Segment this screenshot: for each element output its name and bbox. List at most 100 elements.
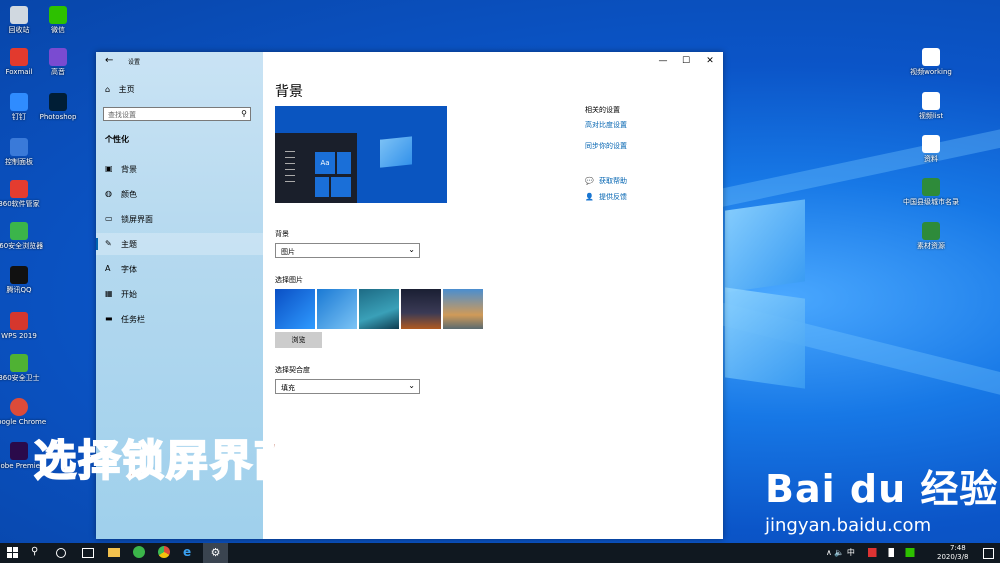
file-icon xyxy=(922,135,940,153)
qq-icon xyxy=(10,266,28,284)
dingding-icon xyxy=(10,93,28,111)
preview-windows-logo xyxy=(380,136,412,168)
choose-picture-label: 选择图片 xyxy=(275,276,303,284)
search-placeholder: 查找设置 xyxy=(108,111,136,119)
desktop-icon-360-browser[interactable]: 360安全浏览器 xyxy=(0,222,47,250)
baidu-watermark: Bai du 经验 jingyan.baidu.com xyxy=(765,458,998,536)
nav-home[interactable]: ⌂ 主页 xyxy=(105,84,135,95)
windows-start-icon[interactable] xyxy=(7,547,18,558)
nav-themes[interactable]: ✎ 主题 xyxy=(96,233,263,255)
foxmail-icon xyxy=(10,48,28,66)
nav-label: 背景 xyxy=(121,165,137,174)
high-contrast-link[interactable]: 高对比度设置 xyxy=(585,120,627,130)
fit-value: 填充 xyxy=(281,384,295,392)
desktop-icon-spreadsheet[interactable]: 素材资源 xyxy=(903,222,959,250)
clock-date[interactable]: 2020/3/8 xyxy=(937,553,968,561)
nav-label: 主题 xyxy=(121,240,137,249)
window-title: 设置 xyxy=(128,59,141,66)
picture-thumbnail[interactable] xyxy=(401,289,441,329)
picture-thumbnail[interactable] xyxy=(443,289,483,329)
desktop-icon-qq[interactable]: 腾讯QQ xyxy=(0,266,47,294)
background-type-select[interactable]: 图片 ⌄ xyxy=(275,243,420,258)
desktop-icon-chrome[interactable]: Google Chrome xyxy=(0,398,47,426)
back-arrow-icon[interactable]: ← xyxy=(105,55,113,66)
feedback-icon: 👤 xyxy=(585,193,594,201)
file-explorer-icon[interactable] xyxy=(108,548,120,557)
help-chat-icon: 💬 xyxy=(585,177,594,185)
system-tray[interactable]: ∧ 🔈 中 xyxy=(826,547,855,558)
desktop-icon-wps[interactable]: WPS 2019 xyxy=(0,312,47,340)
desktop-icon-file[interactable]: 视频list xyxy=(903,92,959,120)
wps-icon xyxy=(10,312,28,330)
get-help-link[interactable]: 💬 获取帮助 xyxy=(585,176,627,186)
cortana-icon[interactable] xyxy=(56,548,66,558)
monitor-icon: ▭ xyxy=(105,214,113,223)
desktop-icon-file[interactable]: 视频working xyxy=(903,48,959,76)
app-icon xyxy=(49,48,67,66)
picture-thumbnail[interactable] xyxy=(359,289,399,329)
nav-background[interactable]: ▣ 背景 xyxy=(96,158,263,180)
nav-colors[interactable]: ◍ 颜色 xyxy=(96,183,263,205)
file-icon xyxy=(922,92,940,110)
search-icon[interactable]: ⚲ xyxy=(31,546,38,557)
nav-fonts[interactable]: A 字体 xyxy=(96,258,263,280)
tray-app-icons xyxy=(868,548,926,557)
settings-content: 背景 Aa 背景 图片 ⌄ 选择图片 浏览 选择契合度 填充 ⌄ 相关的设置 高… xyxy=(263,52,723,539)
taskbar-icon: ▬ xyxy=(105,314,113,323)
browse-button[interactable]: 浏览 xyxy=(275,332,322,348)
photoshop-icon xyxy=(49,93,67,111)
desktop-icon-wechat[interactable]: 微信 xyxy=(30,6,86,34)
nav-label: 字体 xyxy=(121,265,137,274)
get-help-label: 获取帮助 xyxy=(598,177,627,185)
palette-icon: ◍ xyxy=(105,189,112,198)
nav-taskbar[interactable]: ▬ 任务栏 xyxy=(96,308,263,330)
font-icon: A xyxy=(105,264,111,273)
desktop: 回收站 微信 Foxmail 高音 钉钉 Photoshop 控制面板 360软… xyxy=(0,0,1000,543)
edge-icon[interactable]: e xyxy=(183,545,191,559)
premiere-icon xyxy=(10,442,28,460)
spreadsheet-icon xyxy=(922,222,940,240)
nav-lock-screen[interactable]: ▭ 锁屏界面 xyxy=(96,208,263,230)
desktop-icon-app[interactable]: 高音 xyxy=(30,48,86,76)
360-browser-icon[interactable] xyxy=(133,546,145,558)
chevron-down-icon: ⌄ xyxy=(408,245,415,254)
nav-label: 任务栏 xyxy=(121,315,145,324)
task-view-icon[interactable] xyxy=(82,548,94,558)
recycle-bin-icon xyxy=(10,6,28,24)
360-safe-icon xyxy=(10,354,28,372)
give-feedback-link[interactable]: 👤 提供反馈 xyxy=(585,192,627,202)
search-icon[interactable]: ⚲ xyxy=(241,109,247,118)
spreadsheet-icon xyxy=(922,178,940,196)
picture-icon: ▣ xyxy=(105,164,113,173)
fit-select[interactable]: 填充 ⌄ xyxy=(275,379,420,394)
desktop-icon-control-panel[interactable]: 控制面板 xyxy=(0,138,47,166)
preview-start-menu: Aa xyxy=(275,133,357,203)
sync-settings-link[interactable]: 同步你的设置 xyxy=(585,141,627,151)
tutorial-caption: 选择锁屏界面 xyxy=(33,435,299,486)
search-settings-input[interactable]: 查找设置 ⚲ xyxy=(103,107,251,121)
chrome-icon[interactable] xyxy=(158,546,170,558)
desktop-icon-360-manager[interactable]: 360软件管家 xyxy=(0,180,47,208)
preview-tile-text: Aa xyxy=(315,152,335,174)
nav-start[interactable]: ▦ 开始 xyxy=(96,283,263,305)
picture-thumbnail[interactable] xyxy=(317,289,357,329)
start-grid-icon: ▦ xyxy=(105,289,113,298)
brush-icon: ✎ xyxy=(105,239,112,248)
background-type-value: 图片 xyxy=(281,248,295,256)
desktop-icon-spreadsheet[interactable]: 中国县级城市名录 xyxy=(903,178,959,206)
control-panel-icon xyxy=(10,138,28,156)
chevron-down-icon: ⌄ xyxy=(408,381,415,390)
background-label: 背景 xyxy=(275,230,289,238)
choose-fit-label: 选择契合度 xyxy=(275,366,310,374)
settings-gear-icon[interactable]: ⚙ xyxy=(203,543,228,563)
desktop-icon-file[interactable]: 资料 xyxy=(903,135,959,163)
chrome-icon xyxy=(10,398,28,416)
desktop-icon-360-safe[interactable]: 360安全卫士 xyxy=(0,354,47,382)
notification-icon[interactable] xyxy=(983,548,994,559)
clock-time[interactable]: 7:48 xyxy=(950,544,966,552)
desktop-icon-photoshop[interactable]: Photoshop xyxy=(30,93,86,121)
wechat-icon xyxy=(49,6,67,24)
taskbar: ⚲ e ⚙ ∧ 🔈 中 7:48 2020/3/8 xyxy=(0,543,1000,563)
picture-thumbnail[interactable] xyxy=(275,289,315,329)
windows-logo-pane xyxy=(725,199,805,293)
